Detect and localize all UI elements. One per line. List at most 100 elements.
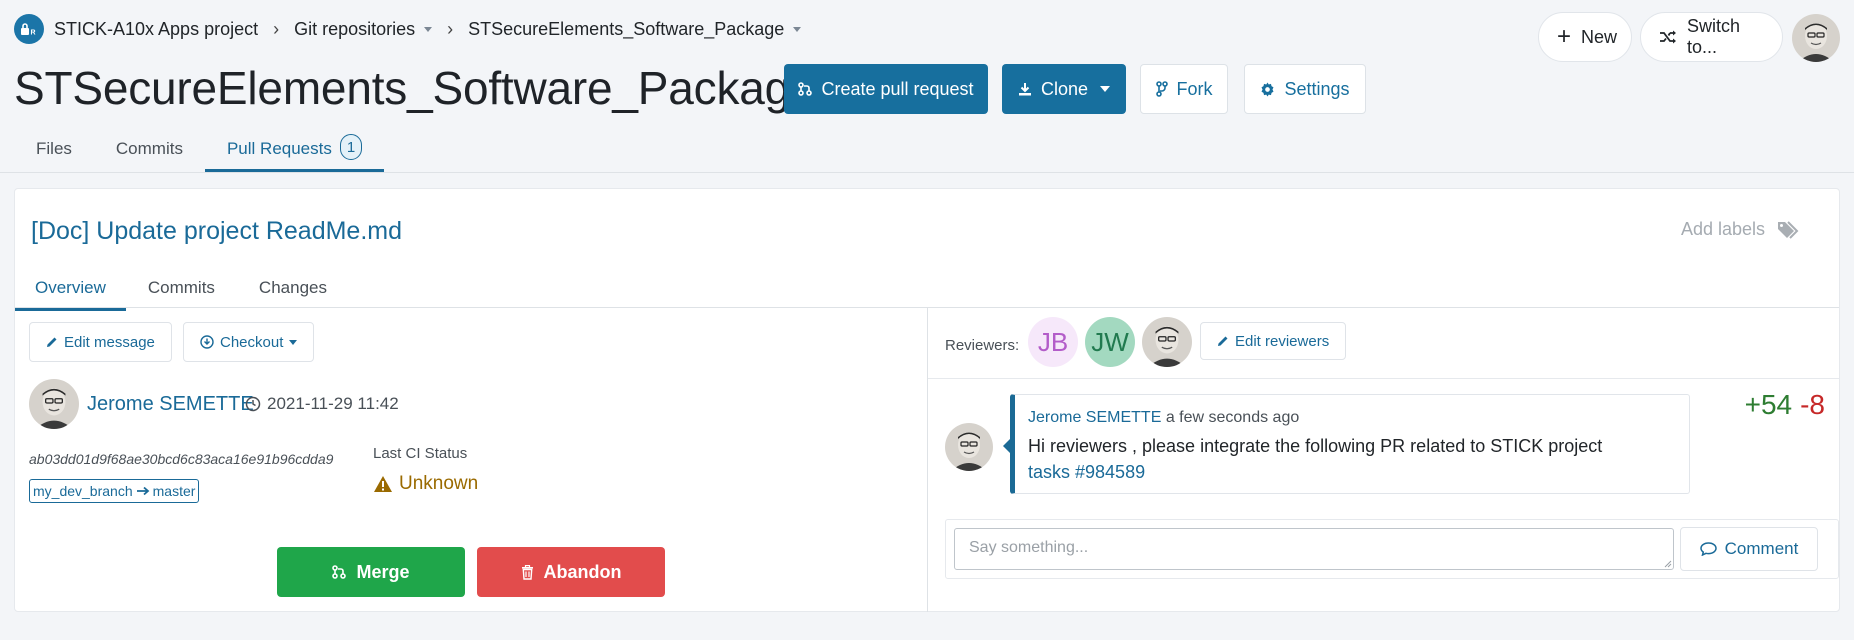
tab-files-label[interactable]: Files — [36, 139, 72, 159]
branch-badge[interactable]: my_dev_branch master — [29, 479, 200, 503]
merge-button[interactable]: Merge — [277, 547, 465, 597]
pencil-icon — [46, 336, 58, 348]
column-divider — [927, 308, 928, 612]
create-pull-request-label[interactable]: Create pull request — [821, 79, 973, 100]
comment-icon — [1699, 542, 1717, 556]
comment-task-link[interactable]: tasks #984589 — [1028, 462, 1145, 482]
tags-icon — [1765, 220, 1801, 240]
comment-author[interactable]: Jerome SEMETTE — [1028, 409, 1161, 426]
tab-pull-requests-label[interactable]: Pull Requests — [227, 139, 332, 159]
shuffle-icon — [1659, 30, 1677, 44]
project-lock-icon: R — [14, 14, 44, 44]
user-avatar[interactable] — [1792, 14, 1840, 62]
tab-pr-commits-label[interactable]: Commits — [148, 278, 215, 297]
tab-overview[interactable]: Overview — [15, 269, 126, 311]
pull-request-card: [Doc] Update project ReadMe.md Add label… — [14, 188, 1840, 612]
ci-status: Unknown — [373, 473, 478, 495]
repo-title: STSecureElements_Software_Package — [14, 62, 816, 114]
commit-hash: ab03dd01d9f68ae30bcd6c83aca16e91b96cdda9 — [29, 451, 334, 467]
arrow-right-icon — [136, 486, 150, 496]
additions-count: +54 — [1744, 389, 1793, 420]
fork-icon — [1155, 81, 1168, 97]
comment-body: Hi reviewers , please integrate the foll… — [1028, 433, 1678, 485]
svg-text:R: R — [31, 30, 36, 37]
reviewer-avatar[interactable] — [1142, 317, 1192, 367]
repo-tabs: Files Commits Pull Requests 1 — [14, 130, 385, 172]
breadcrumb-project[interactable]: STICK-A10x Apps project — [54, 19, 258, 40]
clone-button[interactable]: Clone — [1002, 64, 1126, 114]
comment-compose: Say something... Comment — [945, 519, 1839, 579]
breadcrumb-repo[interactable]: STSecureElements_Software_Package — [468, 19, 802, 40]
comment-button-label[interactable]: Comment — [1725, 539, 1799, 559]
fork-label[interactable]: Fork — [1177, 79, 1213, 100]
author-name[interactable]: Jerome SEMETTE — [87, 393, 254, 416]
pull-request-title[interactable]: [Doc] Update project ReadMe.md — [31, 217, 402, 246]
pull-request-icon — [798, 82, 813, 96]
breadcrumb-repo-label[interactable]: STSecureElements_Software_Package — [468, 19, 784, 40]
breadcrumb-project-label[interactable]: STICK-A10x Apps project — [54, 19, 258, 40]
tab-commits-label[interactable]: Commits — [116, 139, 183, 159]
fork-button[interactable]: Fork — [1140, 64, 1228, 114]
pencil-icon — [1217, 335, 1229, 347]
source-branch: my_dev_branch — [33, 483, 133, 499]
merge-icon — [332, 565, 347, 579]
comment-text: Hi reviewers , please integrate the foll… — [1028, 436, 1603, 456]
tab-commits[interactable]: Commits — [94, 130, 205, 172]
new-label[interactable]: New — [1581, 27, 1617, 48]
merge-label[interactable]: Merge — [356, 562, 409, 583]
switch-to-label[interactable]: Switch to... — [1687, 16, 1764, 58]
edit-reviewers-label[interactable]: Edit reviewers — [1235, 333, 1329, 350]
tab-files[interactable]: Files — [14, 130, 94, 172]
diff-stats: +54 -8 — [1745, 389, 1825, 421]
reviewers-divider — [928, 378, 1839, 379]
edit-message-button[interactable]: Edit message — [29, 322, 172, 362]
tab-overview-label[interactable]: Overview — [35, 278, 106, 297]
tab-pull-requests[interactable]: Pull Requests 1 — [204, 130, 385, 172]
pr-date: 2021-11-29 11:42 — [245, 394, 399, 414]
comment-time: a few seconds ago — [1165, 409, 1300, 426]
tab-changes-label[interactable]: Changes — [259, 278, 327, 297]
pull-request-count-badge: 1 — [339, 134, 363, 160]
chevron-down-icon[interactable] — [793, 27, 802, 32]
reviewer-avatar[interactable]: JW — [1085, 317, 1135, 367]
abandon-button[interactable]: Abandon — [477, 547, 665, 597]
tab-changes[interactable]: Changes — [237, 269, 349, 311]
edit-reviewers-button[interactable]: Edit reviewers — [1200, 322, 1347, 360]
checkout-button[interactable]: Checkout — [183, 322, 315, 362]
clone-label[interactable]: Clone — [1041, 79, 1088, 100]
reviewer-avatar[interactable]: JB — [1028, 317, 1078, 367]
comment-button[interactable]: Comment — [1680, 527, 1818, 571]
add-labels-label[interactable]: Add labels — [1681, 219, 1765, 240]
download-icon — [1018, 82, 1032, 96]
add-labels-button[interactable]: Add labels — [1681, 219, 1801, 240]
tab-pr-commits[interactable]: Commits — [126, 269, 237, 311]
new-button[interactable]: + New — [1538, 12, 1632, 62]
reviewers-label: Reviewers: — [945, 337, 1020, 354]
plus-icon: + — [1557, 23, 1572, 50]
breadcrumb-separator: › — [273, 18, 280, 39]
abandon-label[interactable]: Abandon — [544, 562, 622, 583]
create-pull-request-button[interactable]: Create pull request — [784, 64, 988, 114]
pr-date-text: 2021-11-29 11:42 — [267, 394, 399, 413]
switch-to-button[interactable]: Switch to... — [1640, 12, 1783, 62]
gear-icon — [1260, 81, 1275, 97]
breadcrumb-repos-label[interactable]: Git repositories — [294, 19, 415, 40]
comment-input[interactable]: Say something... — [954, 528, 1674, 570]
ci-status-text: Unknown — [399, 473, 479, 494]
chevron-down-icon[interactable] — [424, 27, 433, 32]
settings-label[interactable]: Settings — [1284, 79, 1349, 100]
breadcrumb: R STICK-A10x Apps project › Git reposito… — [14, 14, 802, 44]
warning-icon — [373, 475, 399, 493]
breadcrumb-separator: › — [447, 18, 454, 39]
breadcrumb-repos[interactable]: Git repositories — [294, 19, 433, 40]
settings-button[interactable]: Settings — [1244, 64, 1366, 114]
trash-icon — [521, 564, 534, 580]
ci-status-label: Last CI Status — [373, 445, 468, 462]
chevron-down-icon[interactable] — [1100, 86, 1111, 92]
resize-handle-icon[interactable] — [1662, 558, 1672, 568]
chevron-down-icon[interactable] — [289, 339, 298, 345]
deletions-count: -8 — [1800, 389, 1825, 420]
checkout-label[interactable]: Checkout — [220, 334, 283, 351]
comment-header: Jerome SEMETTE a few seconds ago — [1028, 409, 1299, 427]
edit-message-label[interactable]: Edit message — [64, 334, 155, 351]
